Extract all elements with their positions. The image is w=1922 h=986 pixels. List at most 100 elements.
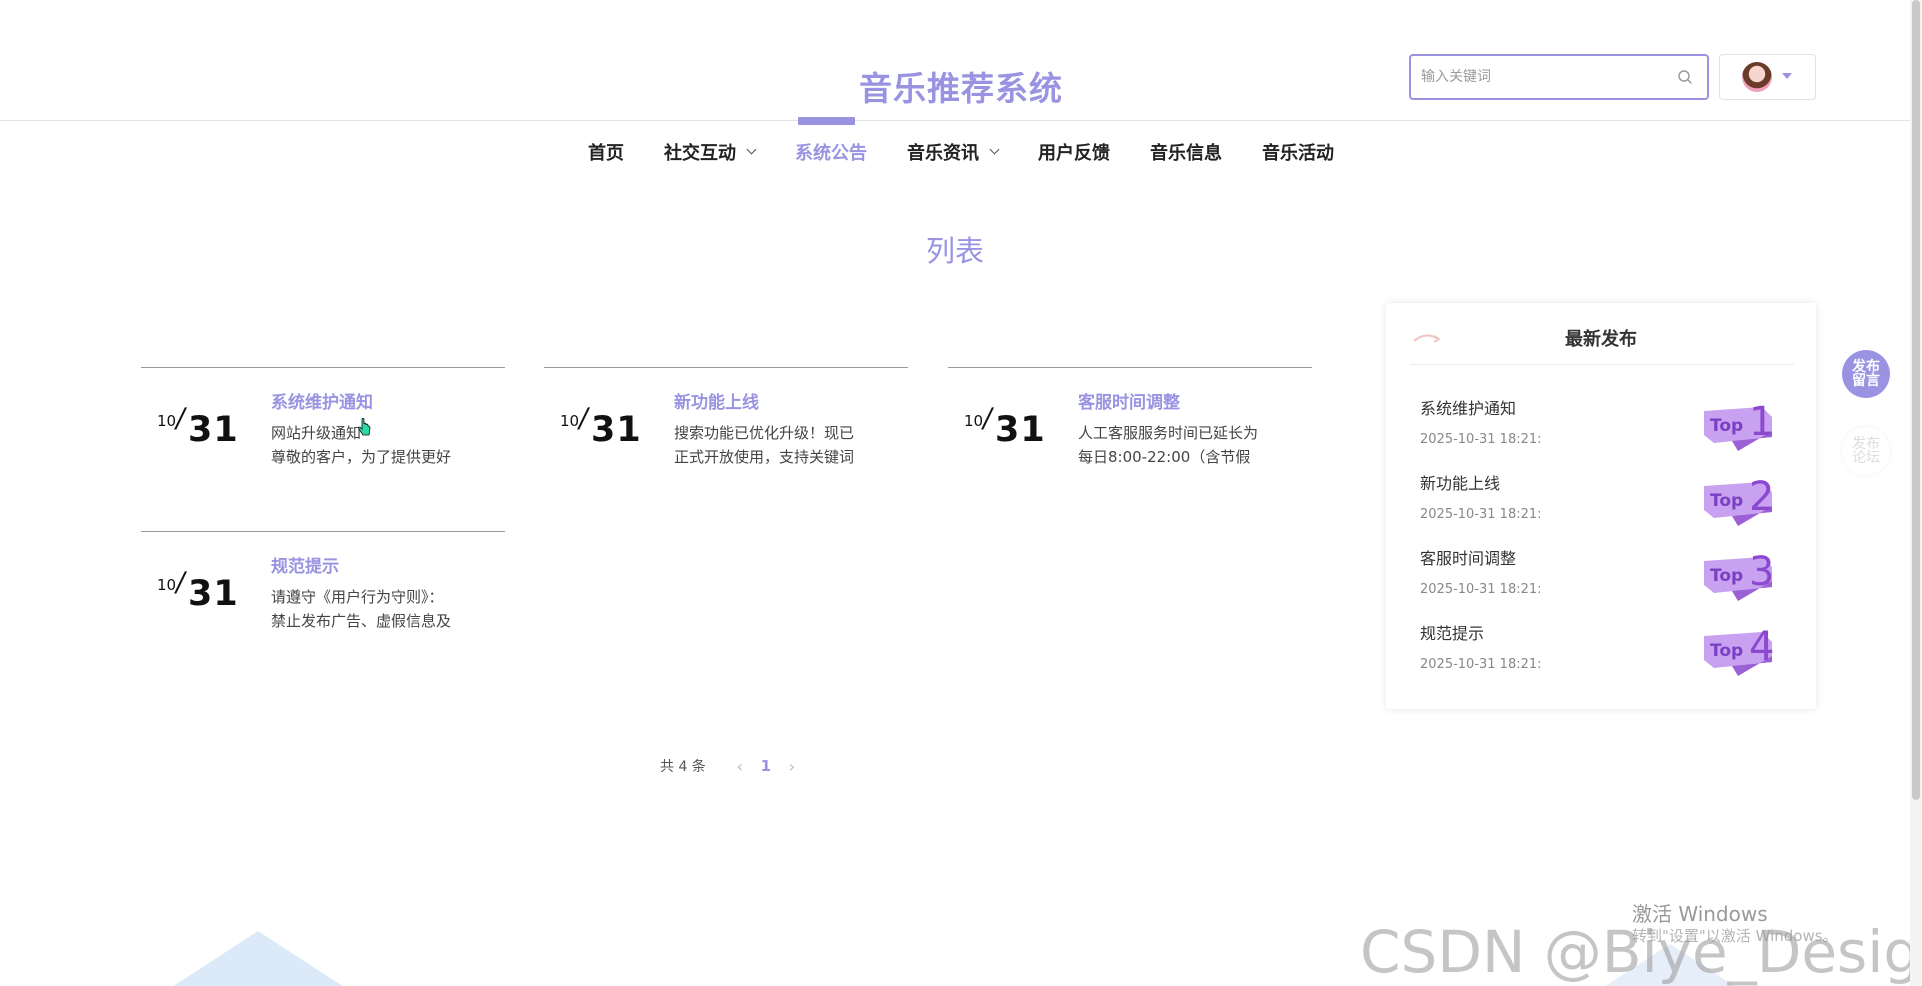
hand-cursor-icon <box>358 418 371 436</box>
badge-label: Top <box>1710 416 1743 436</box>
notice-card[interactable]: 10 / 31 系统维护通知 网站升级通知 尊敬的客户，为了提供更好 <box>141 367 505 487</box>
card-desc-line: 正式开放使用，支持关键词 <box>674 448 855 466</box>
nav-item-label: 用户反馈 <box>1038 143 1110 164</box>
card-title[interactable]: 系统维护通知 <box>271 388 373 413</box>
badge-rank: 2 <box>1749 474 1774 520</box>
date-day: 31 <box>188 410 239 450</box>
nav-item-label: 音乐活动 <box>1262 143 1334 164</box>
badge-rank: 4 <box>1749 624 1774 670</box>
nav-item-music-info[interactable]: 音乐信息 <box>1130 136 1242 168</box>
notice-card[interactable]: 10 / 31 客服时间调整 人工客服服务时间已延长为 每日8:00-22:00… <box>948 367 1312 487</box>
divider <box>1410 364 1794 365</box>
date-month: 10 <box>157 412 177 430</box>
page-scrollbar[interactable] <box>1910 0 1922 986</box>
notice-card[interactable]: 10 / 31 规范提示 请遵守《用户行为守则》： 禁止发布广告、虚假信息及 <box>141 531 505 651</box>
latest-panel: 最新发布 系统维护通知 2025-10-31 18:21:4 Top 1 新功能… <box>1386 303 1816 709</box>
card-desc-line: 人工客服服务时间已延长为 <box>1078 424 1259 442</box>
section-title: 列表 <box>925 234 984 268</box>
date-month: 10 <box>157 576 177 594</box>
card-desc-line: 禁止发布广告、虚假信息及 <box>271 612 452 630</box>
latest-item[interactable]: 系统维护通知 2025-10-31 18:21:4 Top 1 <box>1420 395 1780 470</box>
card-title[interactable]: 新功能上线 <box>674 388 759 413</box>
nav-item-label: 音乐资讯 <box>907 143 979 164</box>
latest-item-time: 2025-10-31 18:21:4 <box>1420 582 1542 597</box>
nav-item-label: 系统公告 <box>795 143 867 164</box>
card-desc-line: 搜索功能已优化升级！现已 <box>674 424 855 442</box>
date-slash: / <box>173 403 188 434</box>
top-rank-badge-icon: Top 3 <box>1704 549 1774 601</box>
post-forum-button[interactable]: 发布 论坛 <box>1842 427 1890 475</box>
nav-item-label: 音乐信息 <box>1150 143 1222 164</box>
date-month: 10 <box>964 412 984 430</box>
latest-item[interactable]: 客服时间调整 2025-10-31 18:21:4 Top 3 <box>1420 545 1780 620</box>
notice-card[interactable]: 10 / 31 新功能上线 搜索功能已优化升级！现已 正式开放使用，支持关键词 <box>544 367 908 487</box>
badge-label: Top <box>1710 491 1743 511</box>
title-underline <box>798 117 855 125</box>
search-box[interactable] <box>1409 54 1709 100</box>
date-block: 10 / 31 <box>560 402 650 452</box>
nav-item-home[interactable]: 首页 <box>568 136 644 168</box>
card-title[interactable]: 规范提示 <box>271 552 339 577</box>
date-slash: / <box>173 567 188 598</box>
latest-item[interactable]: 规范提示 2025-10-31 18:21:4 Top 4 <box>1420 620 1780 695</box>
nav-item-feedback[interactable]: 用户反馈 <box>1018 136 1130 168</box>
search-icon[interactable] <box>1677 69 1693 85</box>
main-nav: 首页 社交互动 系统公告 音乐资讯 用户反馈 音乐信息 音乐活动 <box>0 136 1922 168</box>
nav-item-social[interactable]: 社交互动 <box>644 136 775 168</box>
card-desc-line: 每日8:00-22:00（含节假 <box>1078 448 1251 466</box>
card-desc: 网站升级通知 尊敬的客户，为了提供更好 <box>271 421 481 469</box>
footer-decoration <box>172 931 344 986</box>
post-message-line2: 留言 <box>1852 373 1880 389</box>
date-block: 10 / 31 <box>964 402 1054 452</box>
latest-item-time: 2025-10-31 18:21:4 <box>1420 432 1542 447</box>
latest-item-title[interactable]: 新功能上线 <box>1420 470 1500 494</box>
pagination-page[interactable]: 1 <box>750 757 782 775</box>
date-month: 10 <box>560 412 580 430</box>
badge-rank: 1 <box>1749 399 1774 445</box>
nav-item-label: 社交互动 <box>664 143 736 164</box>
top-rank-badge-icon: Top 2 <box>1704 474 1774 526</box>
card-desc: 请遵守《用户行为守则》： 禁止发布广告、虚假信息及 <box>271 585 481 633</box>
latest-item-time: 2025-10-31 18:21:4 <box>1420 657 1542 672</box>
user-menu[interactable] <box>1719 54 1816 100</box>
latest-item-title[interactable]: 系统维护通知 <box>1420 395 1516 419</box>
badge-rank: 3 <box>1749 549 1774 595</box>
date-slash: / <box>980 403 995 434</box>
latest-item-title[interactable]: 规范提示 <box>1420 620 1484 644</box>
post-message-line1: 发布 <box>1852 359 1880 375</box>
latest-item[interactable]: 新功能上线 2025-10-31 18:21:4 Top 2 <box>1420 470 1780 545</box>
post-forum-line2: 论坛 <box>1852 450 1880 466</box>
nav-item-music-news[interactable]: 音乐资讯 <box>887 136 1018 168</box>
top-rank-badge-icon: Top 4 <box>1704 624 1774 676</box>
card-title[interactable]: 客服时间调整 <box>1078 388 1180 413</box>
post-forum-line1: 发布 <box>1852 436 1880 452</box>
top-rank-badge-icon: Top 1 <box>1704 399 1774 451</box>
chevron-down-icon <box>746 144 757 155</box>
chevron-down-icon <box>989 144 1000 155</box>
post-message-button[interactable]: 发布 留言 <box>1842 350 1890 398</box>
avatar[interactable] <box>1742 62 1772 92</box>
date-day: 31 <box>591 410 642 450</box>
latest-item-time: 2025-10-31 18:21:4 <box>1420 507 1542 522</box>
badge-label: Top <box>1710 641 1743 661</box>
pagination-next-icon[interactable]: › <box>782 757 802 776</box>
csdn-watermark: CSDN @Biye_Design <box>1360 918 1922 986</box>
scrollbar-thumb[interactable] <box>1912 0 1920 800</box>
pagination-total: 共 4 条 <box>660 759 706 775</box>
card-desc-line: 请遵守《用户行为守则》： <box>271 588 444 606</box>
nav-item-announcements[interactable]: 系统公告 <box>775 136 887 168</box>
date-day: 31 <box>995 410 1046 450</box>
pagination-prev-icon[interactable]: ‹ <box>730 757 750 776</box>
date-slash: / <box>576 403 591 434</box>
nav-item-music-events[interactable]: 音乐活动 <box>1242 136 1354 168</box>
nav-item-label: 首页 <box>588 143 624 164</box>
date-block: 10 / 31 <box>157 402 247 452</box>
card-desc-line: 尊敬的客户，为了提供更好 <box>271 448 452 466</box>
search-input[interactable] <box>1421 64 1661 90</box>
date-block: 10 / 31 <box>157 566 247 616</box>
badge-label: Top <box>1710 566 1743 586</box>
latest-item-title[interactable]: 客服时间调整 <box>1420 545 1516 569</box>
header: 音乐推荐系统 <box>0 0 1910 125</box>
chevron-down-icon[interactable] <box>1782 73 1792 79</box>
card-desc: 人工客服服务时间已延长为 每日8:00-22:00（含节假 <box>1078 421 1288 469</box>
